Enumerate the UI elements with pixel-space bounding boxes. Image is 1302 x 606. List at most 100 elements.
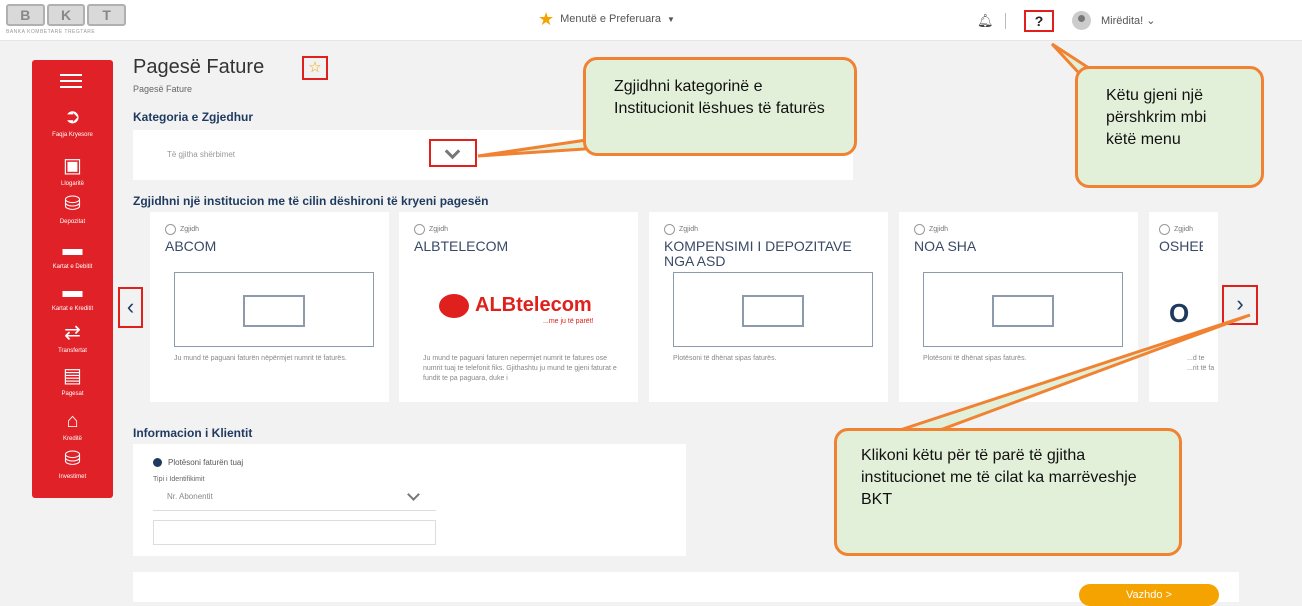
home-icon: ➲ <box>64 106 81 128</box>
select-label: Zgjidh <box>1174 226 1194 233</box>
sidebar: ➲ Faqja Kryesore ▣ Llogaritë ⛁ Depozitat… <box>32 60 113 498</box>
institution-description: ...d te ...rit të fa <box>1187 355 1215 372</box>
transfer-icon: ⇄ <box>64 322 81 344</box>
image-placeholder <box>923 272 1123 347</box>
radio-button[interactable] <box>1159 224 1170 235</box>
identifier-input[interactable] <box>153 520 436 545</box>
institution-name: OSHEE <box>1159 239 1203 254</box>
sidebar-item-payments[interactable]: ▤ Pagesat <box>32 365 113 397</box>
star-icon: ★ <box>538 9 555 29</box>
favorite-star-icon[interactable]: ☆ <box>302 56 328 80</box>
select-label: Zgjidh <box>679 226 699 233</box>
logo-tagline: ...me ju të parët! <box>543 318 594 325</box>
sidebar-item-deposits[interactable]: ⛁ Depozitat <box>32 193 113 225</box>
client-option-label: Plotësoni faturën tuaj <box>168 458 244 467</box>
institution-card[interactable]: Zgjidh ABCOM Ju mund të paguani faturën … <box>150 212 389 402</box>
sidebar-item-label: Kreditë <box>62 436 82 442</box>
carousel-prev-button[interactable]: ‹ <box>118 287 143 328</box>
select-label: Zgjidh <box>180 226 200 233</box>
sidebar-item-label: Pagesat <box>61 391 84 397</box>
radio-button[interactable] <box>664 224 675 235</box>
sidebar-item-label: Kartat e Kreditit <box>51 306 94 312</box>
category-select-value[interactable]: Të gjitha shërbimet <box>167 150 235 159</box>
institution-name: ABCOM <box>165 239 217 254</box>
help-button[interactable]: ? <box>1024 10 1054 32</box>
deposits-icon: ⛁ <box>64 193 81 215</box>
sidebar-item-investments[interactable]: ⛁ Investimet <box>32 448 113 480</box>
logo-subtitle: BANKA KOMBETARE TREGTARE <box>6 29 96 35</box>
id-type-select[interactable]: Nr. Abonentit <box>153 486 436 511</box>
sidebar-item-debit-cards[interactable]: ▬ Kartat e Debitit <box>32 238 113 270</box>
investments-icon: ⛁ <box>64 448 81 470</box>
payments-icon: ▤ <box>63 365 82 387</box>
institution-name: ALBTELECOM <box>414 239 509 254</box>
favorites-label: Menutë e Preferuara <box>560 13 662 25</box>
image-placeholder <box>174 272 374 347</box>
sidebar-item-transfers[interactable]: ⇄ Transfertat <box>32 322 113 354</box>
sidebar-item-label: Faqja Kryesore <box>52 132 93 138</box>
radio-button[interactable] <box>914 224 925 235</box>
logo-wordmark: ALBtelecom <box>475 294 592 316</box>
page-title: Pagesë Fature <box>133 56 265 78</box>
image-placeholder <box>673 272 873 347</box>
institution-name: NOA SHA <box>914 239 977 254</box>
institution-description: Ju mund te paguani faturen nepermjet num… <box>423 355 617 382</box>
top-bar: BKT BANKA KOMBETARE TREGTARE ★ Menutë e … <box>0 0 1302 41</box>
bell-icon[interactable]: 🔔︎ <box>977 13 994 29</box>
image-icon <box>742 295 804 327</box>
carousel-next-button[interactable]: › <box>1222 285 1258 325</box>
institution-description: Plotësoni të dhënat sipas faturës. <box>673 355 777 362</box>
category-heading: Kategoria e Zgjedhur <box>133 110 254 124</box>
select-label: Zgjidh <box>929 226 949 233</box>
client-heading: Informacion i Klientit <box>133 426 253 440</box>
divider <box>1005 13 1006 29</box>
callout-help: Këtu gjeni një përshkrim mbi këtë menu <box>1075 66 1264 188</box>
credit-card-icon: ▬ <box>62 280 83 302</box>
radio-button[interactable] <box>414 224 425 235</box>
sidebar-item-accounts[interactable]: ▣ Llogaritë <box>32 155 113 187</box>
sidebar-item-home[interactable]: ➲ Faqja Kryesore <box>32 106 113 138</box>
albtelecom-logo: ALBtelecom ...me ju të parët! <box>423 272 623 347</box>
sidebar-item-label: Llogaritë <box>60 181 84 187</box>
callout-arrow: Klikoni këtu për të parë të gjitha insti… <box>834 428 1182 556</box>
bkt-logo[interactable]: BKT BANKA KOMBETARE TREGTARE <box>6 2 130 38</box>
callout-category: Zgjidhni kategorinë e Institucionit lësh… <box>583 57 857 156</box>
radio-button[interactable] <box>165 224 176 235</box>
favorites-menu[interactable]: ★ Menutë e Preferuara ▼ <box>538 9 675 29</box>
continue-button[interactable]: Vazhdo > <box>1079 584 1219 606</box>
logo-mark: BKT <box>6 4 127 26</box>
client-option[interactable]: Plotësoni faturën tuaj <box>153 458 243 467</box>
chevron-down-icon: ⌄ <box>1146 15 1156 27</box>
sidebar-item-label: Kartat e Debitit <box>52 264 93 270</box>
institutions-heading: Zgjidhni një institucion me të cilin dës… <box>133 194 489 208</box>
accounts-icon: ▣ <box>63 155 82 177</box>
image-icon <box>992 295 1054 327</box>
loans-icon: ⌂ <box>66 410 79 432</box>
radio-button-selected[interactable] <box>153 458 162 467</box>
chevron-down-icon <box>407 488 420 501</box>
logo-symbol <box>439 294 469 318</box>
institution-card[interactable]: Zgjidh KOMPENSIMI I DEPOZITAVE NGA ASD P… <box>649 212 888 402</box>
sidebar-item-label: Investimet <box>58 474 87 480</box>
debit-card-icon: ▬ <box>62 238 83 260</box>
id-type-value: Nr. Abonentit <box>167 492 213 501</box>
sidebar-item-label: Depozitat <box>59 219 86 225</box>
institution-card[interactable]: Zgjidh OSHEE O ...d te ...rit të fa <box>1149 212 1218 402</box>
hamburger-icon[interactable] <box>60 74 82 92</box>
sidebar-item-label: Transfertat <box>58 348 87 354</box>
avatar[interactable] <box>1072 11 1091 30</box>
sidebar-item-credit-cards[interactable]: ▬ Kartat e Kreditit <box>32 280 113 312</box>
institution-description: Plotësoni të dhënat sipas faturës. <box>923 355 1027 362</box>
id-type-label: Tipi i Identifikimit <box>153 476 205 483</box>
greeting-text: Mirëdita! <box>1101 15 1144 27</box>
institution-description: Ju mund të paguani faturën nëpërmjet num… <box>174 355 347 362</box>
select-label: Zgjidh <box>429 226 449 233</box>
institution-card[interactable]: Zgjidh NOA SHA Plotësoni të dhënat sipas… <box>899 212 1138 402</box>
institution-card[interactable]: Zgjidh ALBTELECOM ALBtelecom ...me ju të… <box>399 212 638 402</box>
user-menu[interactable]: Mirëdita! ⌄ <box>1101 14 1155 27</box>
image-icon <box>243 295 305 327</box>
breadcrumb: Pagesë Fature <box>133 84 193 94</box>
sidebar-item-loans[interactable]: ⌂ Kreditë <box>32 410 113 442</box>
category-dropdown-toggle[interactable] <box>429 139 477 167</box>
caret-down-icon: ▼ <box>667 14 675 24</box>
